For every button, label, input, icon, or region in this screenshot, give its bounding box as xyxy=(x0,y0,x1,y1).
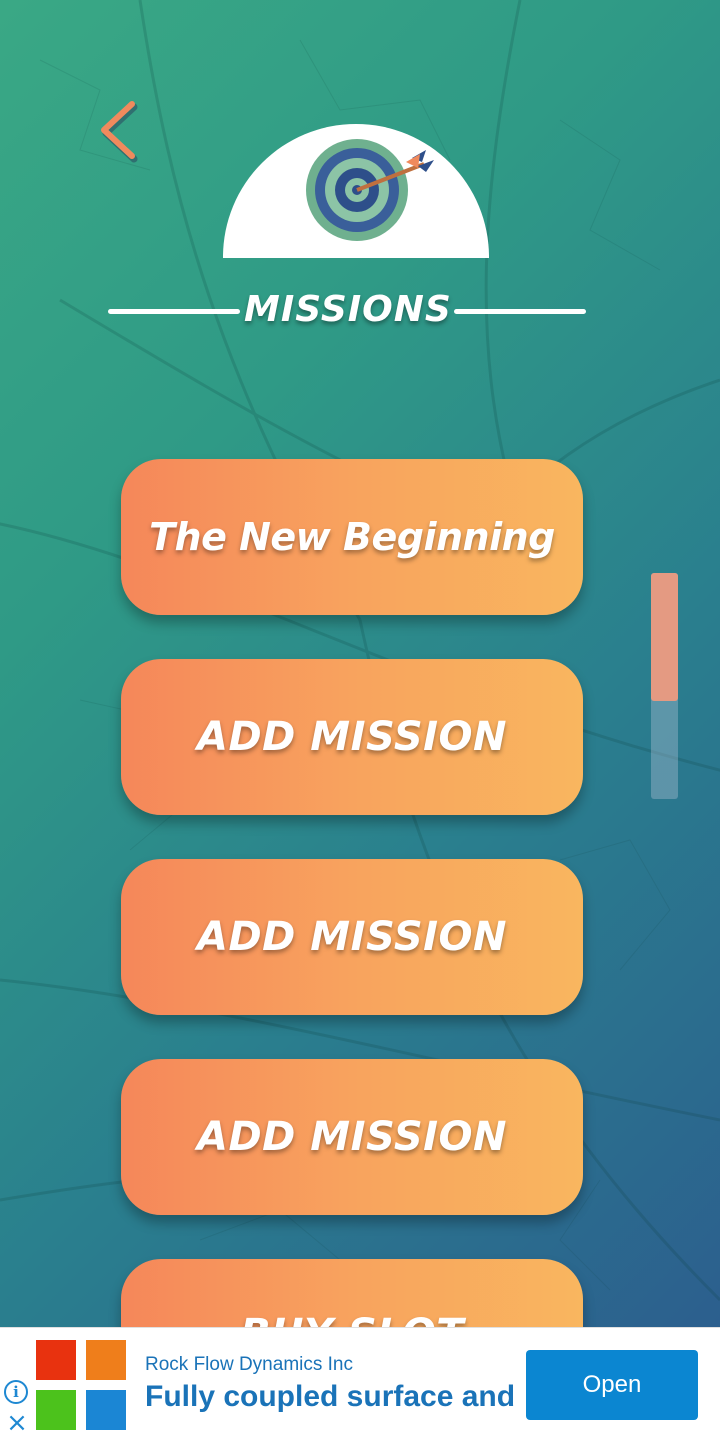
add-mission-button[interactable]: ADD MISSION xyxy=(121,859,583,1015)
buy-slot-button[interactable]: BUY SLOT xyxy=(121,1259,583,1327)
mission-label: The New Beginning xyxy=(149,515,555,559)
ad-headline: Fully coupled surface and xyxy=(145,1380,516,1413)
ad-banner[interactable]: i × Rock Flow Dynamics Inc Fully coupled… xyxy=(0,1327,720,1440)
mission-button-the-new-beginning[interactable]: The New Beginning xyxy=(121,459,583,615)
mission-label: BUY SLOT xyxy=(240,1311,464,1327)
mission-label: ADD MISSION xyxy=(196,914,508,960)
ad-advertiser-name: Rock Flow Dynamics Inc xyxy=(145,1354,353,1375)
info-icon[interactable]: i xyxy=(4,1380,28,1404)
ad-open-button[interactable]: Open xyxy=(526,1350,698,1420)
mission-list: The New Beginning ADD MISSION ADD MISSIO… xyxy=(0,0,720,1327)
scrollbar-thumb[interactable] xyxy=(651,573,678,701)
mission-label: ADD MISSION xyxy=(196,1114,508,1160)
add-mission-button[interactable]: ADD MISSION xyxy=(121,1059,583,1215)
advertiser-logo xyxy=(36,1340,126,1430)
missions-screen: MISSIONS The New Beginning ADD MISSION A… xyxy=(0,0,720,1440)
add-mission-button[interactable]: ADD MISSION xyxy=(121,659,583,815)
mission-label: ADD MISSION xyxy=(196,714,508,760)
close-icon[interactable]: × xyxy=(6,1410,28,1436)
